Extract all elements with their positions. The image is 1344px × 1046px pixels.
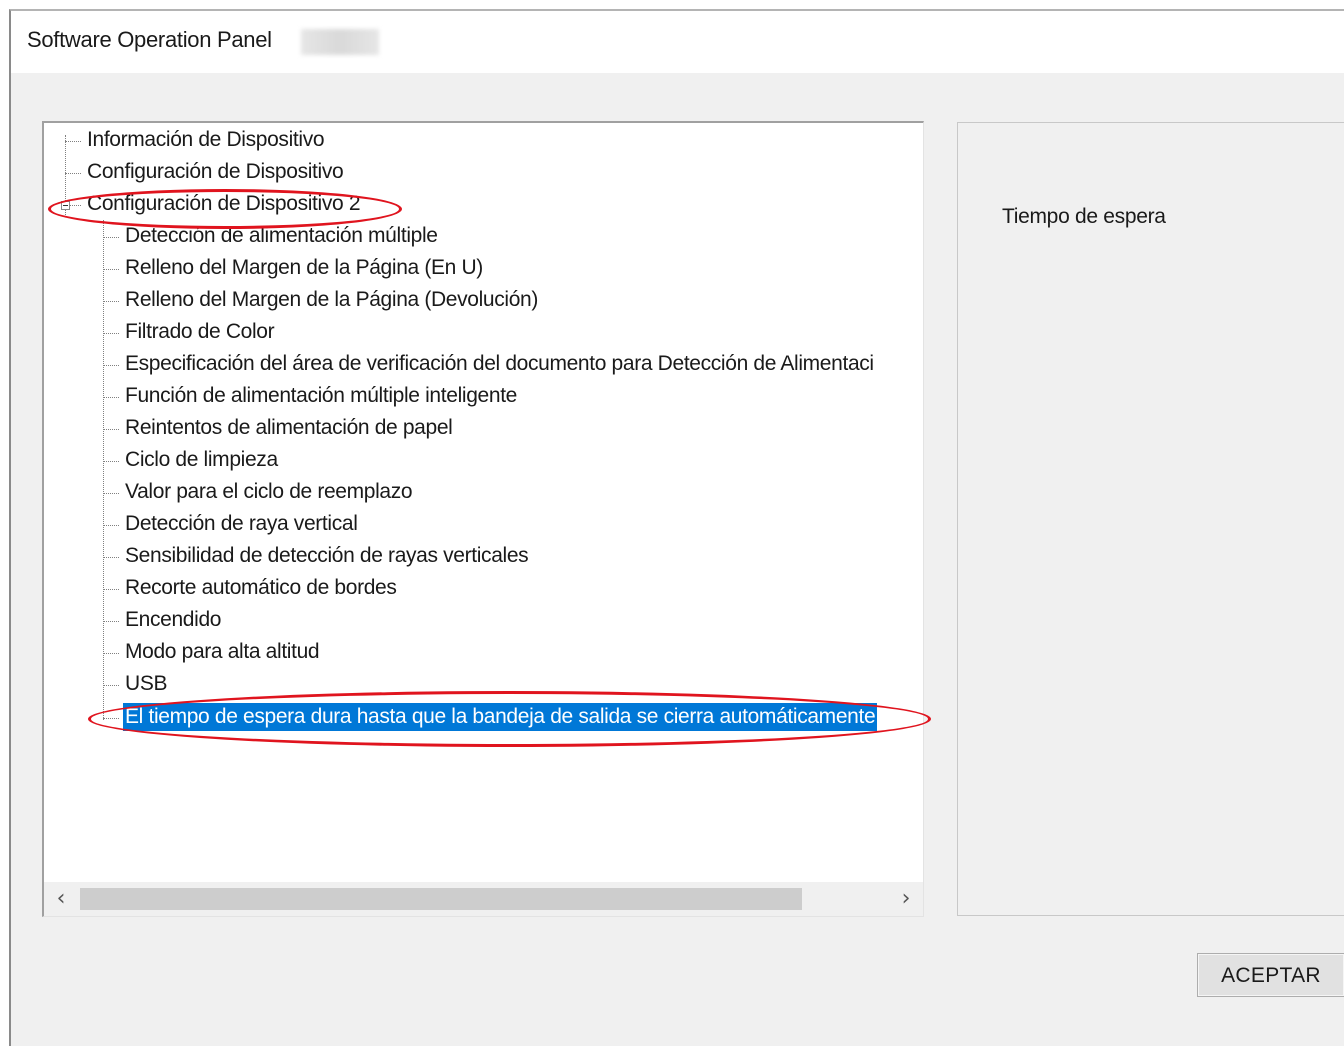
horizontal-scrollbar[interactable]: ‹ › <box>44 882 923 916</box>
tree-connector <box>70 205 81 206</box>
tree-item-sensibilidad-rayas[interactable]: Sensibilidad de detección de rayas verti… <box>125 541 529 571</box>
description-text: Tiempo de espera <box>1002 205 1166 228</box>
chevron-right-icon[interactable]: › <box>891 884 921 914</box>
tree-item-configuracion-dispositivo-2[interactable]: Configuración de Dispositivo 2 <box>87 189 361 219</box>
ok-button[interactable]: ACEPTAR <box>1197 953 1344 997</box>
tree-connector <box>103 237 119 238</box>
description-panel: Tiempo de espera <box>957 122 1344 916</box>
tree-item-funcion-alimentacion-inteligente[interactable]: Función de alimentación múltiple intelig… <box>125 381 517 411</box>
tree-item-ciclo-limpieza[interactable]: Ciclo de limpieza <box>125 445 278 475</box>
tree-connector <box>65 141 81 142</box>
tree-connector <box>103 301 119 302</box>
tree-connector <box>103 429 119 430</box>
dialog-window: Software Operation Panel Información de … <box>9 9 1344 1046</box>
scrollbar-thumb[interactable] <box>80 888 802 910</box>
tree-connector <box>103 589 119 590</box>
redacted-model-name <box>301 29 379 55</box>
tree-item-encendido[interactable]: Encendido <box>125 605 221 635</box>
tree-item-reintentos-alimentacion[interactable]: Reintentos de alimentación de papel <box>125 413 453 443</box>
collapse-toggle-icon[interactable] <box>61 201 70 210</box>
tree-item-tiempo-espera-bandeja[interactable]: El tiempo de espera dura hasta que la ba… <box>123 703 878 731</box>
tree-item-usb[interactable]: USB <box>125 669 167 699</box>
tree-connector <box>103 493 119 494</box>
tree-item-modo-alta-altitud[interactable]: Modo para alta altitud <box>125 637 320 667</box>
tree-connector <box>103 557 119 558</box>
tree-connector <box>103 365 119 366</box>
tree-item-relleno-margen-devolucion[interactable]: Relleno del Margen de la Página (Devoluc… <box>125 285 538 315</box>
tree-item-relleno-margen-en-u[interactable]: Relleno del Margen de la Página (En U) <box>125 253 483 283</box>
tree-connector-children <box>103 220 104 720</box>
title-bar[interactable]: Software Operation Panel <box>11 11 1344 73</box>
tree-connector <box>103 525 119 526</box>
tree-item-configuracion-dispositivo[interactable]: Configuración de Dispositivo <box>87 157 344 187</box>
chevron-left-icon[interactable]: ‹ <box>46 884 76 914</box>
tree-item-informacion-dispositivo[interactable]: Información de Dispositivo <box>87 125 325 155</box>
tree-connector <box>103 269 119 270</box>
tree-connector <box>103 653 119 654</box>
tree-item-especificacion-area[interactable]: Especificación del área de verificación … <box>125 349 874 379</box>
tree-item-valor-ciclo-reemplazo[interactable]: Valor para el ciclo de reemplazo <box>125 477 413 507</box>
tree-connector <box>65 173 81 174</box>
tree-connector <box>103 397 119 398</box>
tree-connector <box>103 621 119 622</box>
tree-item-deteccion-alimentacion-multiple[interactable]: Detección de alimentación múltiple <box>125 221 438 251</box>
tree-connector <box>103 685 119 686</box>
window-title: Software Operation Panel <box>27 27 272 52</box>
tree-item-recorte-bordes[interactable]: Recorte automático de bordes <box>125 573 397 603</box>
tree-connector <box>103 461 119 462</box>
tree-item-deteccion-raya-vertical[interactable]: Detección de raya vertical <box>125 509 358 539</box>
settings-tree-view[interactable]: Información de Dispositivo Configuración… <box>42 121 924 917</box>
tree-connector <box>103 333 119 334</box>
tree-item-filtrado-color[interactable]: Filtrado de Color <box>125 317 275 347</box>
tree-connector <box>103 718 119 719</box>
background-strip <box>0 0 9 1046</box>
